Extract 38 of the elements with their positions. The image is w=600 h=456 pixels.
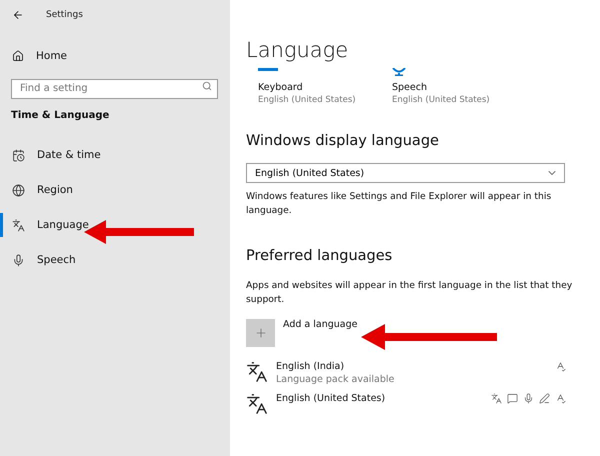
window-title: Settings xyxy=(46,10,83,20)
section-heading: Preferred languages xyxy=(246,248,394,264)
home-nav-item[interactable]: Home xyxy=(0,45,230,67)
microphone-icon xyxy=(12,254,25,266)
message-icon xyxy=(507,393,518,404)
display-language-icon xyxy=(491,393,502,404)
keyboard-icon xyxy=(258,68,278,71)
microphone-icon xyxy=(523,393,534,404)
display-language-dropdown[interactable]: English (United States) xyxy=(246,163,565,183)
sidebar-item[interactable]: Speech xyxy=(0,248,230,272)
page-title: Language xyxy=(246,38,350,62)
language-icon xyxy=(246,393,268,415)
spell-check-icon xyxy=(555,393,566,404)
search-field[interactable]: Find a setting xyxy=(11,78,218,98)
plus-icon xyxy=(254,326,268,340)
globe-icon xyxy=(12,184,25,196)
search-icon xyxy=(202,81,212,91)
default-label[interactable]: Speech xyxy=(392,82,490,93)
default-label[interactable]: Keyboard xyxy=(258,82,356,93)
sidebar-item[interactable]: Region xyxy=(0,178,230,202)
section-heading: Windows display language xyxy=(246,133,440,149)
sidebar-item[interactable]: Date & time xyxy=(0,143,230,167)
preferred-row[interactable]: English (India) Language pack available xyxy=(246,361,566,385)
section-heading: Time & Language xyxy=(11,110,110,121)
default-value: English (United States) xyxy=(258,95,356,105)
add-language-link[interactable]: Add a language xyxy=(283,319,358,330)
speech-icon xyxy=(392,68,406,76)
back-button[interactable] xyxy=(12,9,24,21)
spell-check-icon xyxy=(555,361,566,372)
description-text: Windows features like Settings and File Explorer will appear in this language. xyxy=(246,190,552,218)
calendar-clock-icon xyxy=(12,148,25,162)
pen-icon xyxy=(539,393,550,404)
home-icon xyxy=(12,50,24,62)
preferred-row[interactable]: English (United States) xyxy=(246,393,566,415)
description-text: Apps and websites will appear in the first language in the list that they support. xyxy=(246,279,574,307)
default-value: English (United States) xyxy=(392,95,490,105)
language-icon xyxy=(12,218,25,232)
language-icon xyxy=(246,361,268,383)
